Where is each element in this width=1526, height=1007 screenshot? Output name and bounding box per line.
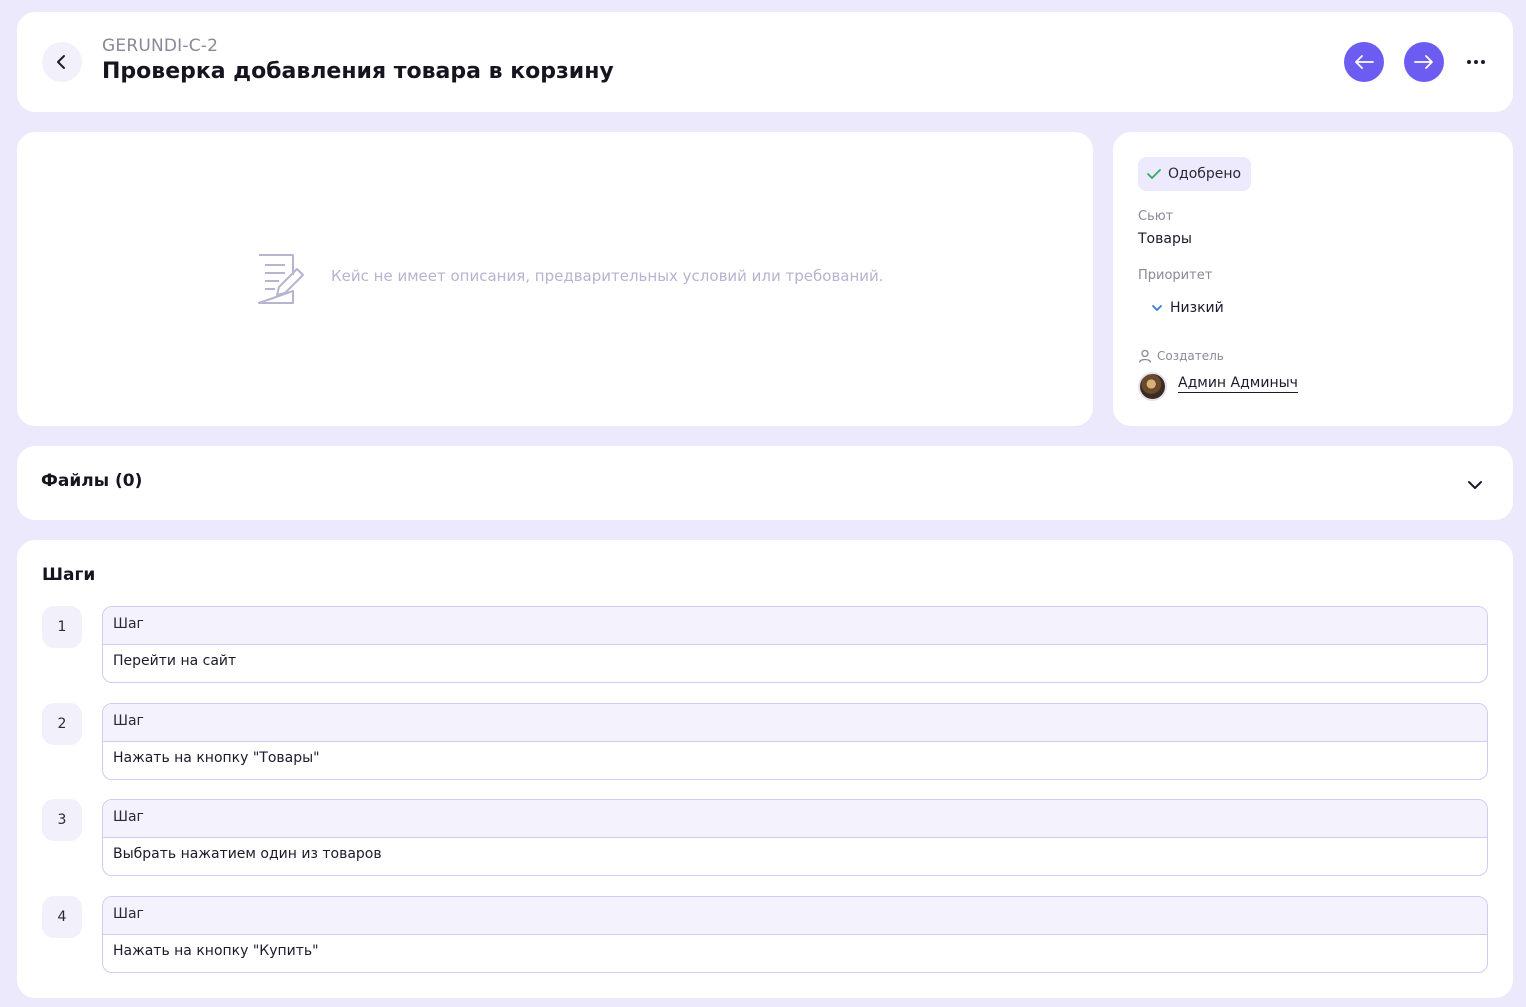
step-number: 4 (42, 896, 82, 938)
step-text[interactable]: Нажать на кнопку "Товары" (103, 742, 1487, 774)
page-title: Проверка добавления товара в корзину (102, 59, 614, 84)
step-header: Шаг (103, 704, 1487, 742)
step-text[interactable]: Нажать на кнопку "Купить" (103, 935, 1487, 967)
step-text[interactable]: Перейти на сайт (103, 645, 1487, 677)
step-item: 4 Шаг Нажать на кнопку "Купить" (42, 896, 1488, 973)
suite-label: Сьют (1138, 209, 1174, 224)
priority-text: Низкий (1170, 300, 1224, 316)
chevron-down-icon[interactable] (1466, 476, 1484, 495)
more-options-button[interactable] (1459, 50, 1493, 74)
step-card: Шаг Нажать на кнопку "Купить" (102, 896, 1488, 973)
files-title: Файлы (0) (41, 471, 143, 491)
step-header: Шаг (103, 897, 1487, 935)
suite-value: Товары (1138, 231, 1192, 247)
description-card: Кейс не имеет описания, предварительных … (17, 132, 1093, 426)
step-card: Шаг Нажать на кнопку "Товары" (102, 703, 1488, 780)
step-card: Шаг Перейти на сайт (102, 606, 1488, 683)
document-edit-icon (255, 251, 305, 311)
step-number: 3 (42, 799, 82, 841)
step-text[interactable]: Выбрать нажатием один из товаров (103, 838, 1487, 870)
arrow-left-icon (1355, 55, 1374, 69)
status-badge[interactable]: Одобрено (1138, 157, 1252, 191)
step-header: Шаг (103, 607, 1487, 645)
priority-value[interactable]: Низкий (1151, 300, 1224, 316)
step-item: 1 Шаг Перейти на сайт (42, 606, 1488, 683)
priority-label: Приоритет (1138, 268, 1213, 283)
case-id: GERUNDI-C-2 (102, 36, 219, 56)
step-number: 2 (42, 703, 82, 745)
more-horizontal-icon (1467, 60, 1485, 64)
chevron-left-icon (57, 55, 65, 69)
step-card: Шаг Выбрать нажатием один из товаров (102, 799, 1488, 876)
header-card: GERUNDI-C-2 Проверка добавления товара в… (17, 12, 1513, 112)
arrow-right-icon (1414, 55, 1433, 69)
files-section[interactable]: Файлы (0) (17, 446, 1513, 520)
empty-description-text: Кейс не имеет описания, предварительных … (331, 267, 884, 285)
previous-case-button[interactable] (1344, 42, 1384, 82)
creator-label: Создатель (1138, 349, 1224, 363)
avatar (1138, 372, 1167, 401)
step-number: 1 (42, 606, 82, 648)
step-item: 3 Шаг Выбрать нажатием один из товаров (42, 799, 1488, 876)
chevron-down-icon (1152, 305, 1162, 311)
next-case-button[interactable] (1404, 42, 1444, 82)
status-label: Одобрено (1168, 166, 1242, 182)
case-details-panel: Одобрено Сьют Товары Приоритет Низкий Со… (1113, 132, 1513, 426)
back-button[interactable] (42, 42, 82, 82)
step-header: Шаг (103, 800, 1487, 838)
creator-link[interactable]: Админ Админыч (1178, 375, 1298, 393)
user-icon (1138, 349, 1152, 363)
steps-title: Шаги (42, 565, 96, 585)
check-icon (1147, 169, 1161, 179)
steps-section: Шаги 1 Шаг Перейти на сайт 2 Шаг Нажать … (17, 540, 1513, 998)
step-item: 2 Шаг Нажать на кнопку "Товары" (42, 703, 1488, 780)
